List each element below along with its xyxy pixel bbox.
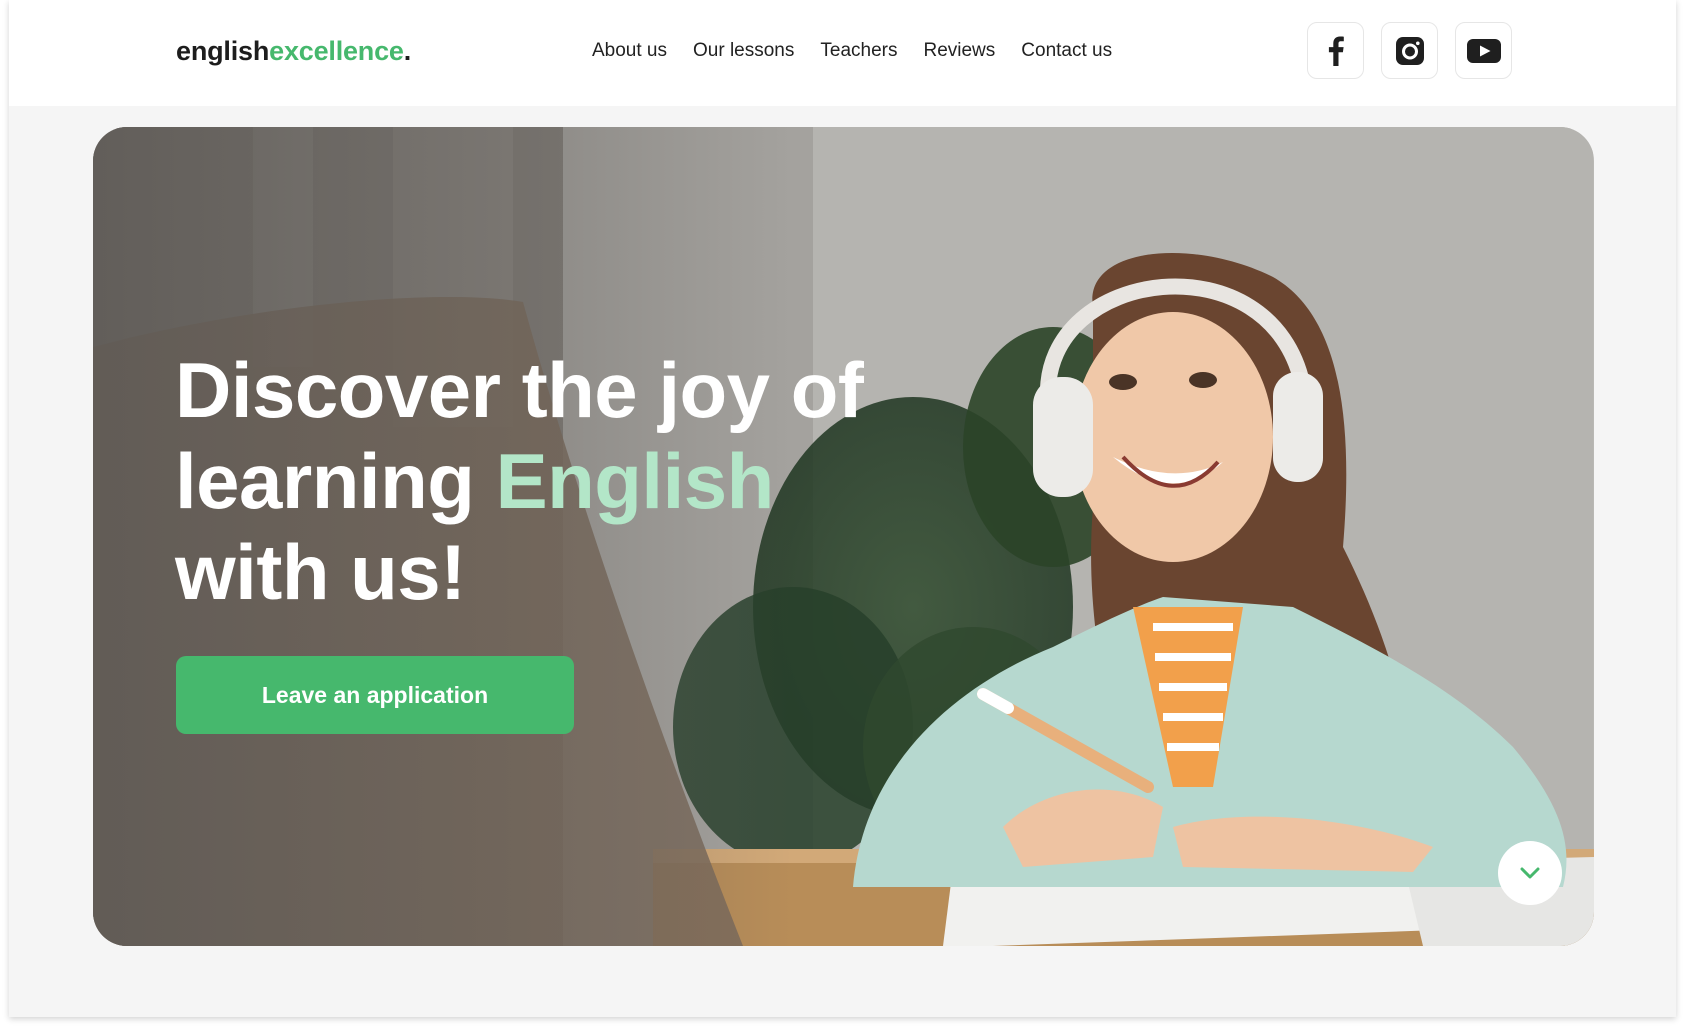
nav-reviews[interactable]: Reviews — [923, 38, 995, 64]
main-nav: About us Our lessons Teachers Reviews Co… — [592, 38, 1112, 64]
nav-contact-us[interactable]: Contact us — [1021, 38, 1112, 64]
chevron-down-icon — [1520, 867, 1540, 879]
logo-text-english: english — [176, 36, 270, 66]
facebook-button[interactable] — [1307, 22, 1364, 79]
instagram-button[interactable] — [1381, 22, 1438, 79]
logo[interactable]: englishexcellence. — [176, 34, 411, 68]
hero-title-accent: English — [495, 437, 775, 525]
hero-title-line-3: with us! — [175, 528, 466, 616]
nav-teachers[interactable]: Teachers — [820, 38, 897, 64]
nav-our-lessons[interactable]: Our lessons — [693, 38, 794, 64]
hero-title-line-1: Discover the joy of — [175, 346, 864, 434]
hero-banner: Discover the joy of learning English wit… — [93, 127, 1594, 946]
hero-title-line-2-plain: learning — [175, 437, 475, 525]
logo-text-excellence: excellence — [269, 36, 404, 66]
facebook-icon — [1328, 36, 1344, 66]
page: englishexcellence. About us Our lessons … — [9, 0, 1676, 1017]
nav-about-us[interactable]: About us — [592, 38, 667, 64]
youtube-button[interactable] — [1455, 22, 1512, 79]
scroll-down-button[interactable] — [1498, 841, 1562, 905]
instagram-icon — [1395, 36, 1424, 65]
social-links — [1307, 22, 1512, 79]
hero-title: Discover the joy of learning English wit… — [175, 345, 935, 618]
site-header: englishexcellence. About us Our lessons … — [9, 0, 1676, 106]
youtube-icon — [1466, 38, 1501, 63]
leave-application-button[interactable]: Leave an application — [176, 656, 574, 734]
logo-dot: . — [403, 36, 412, 66]
